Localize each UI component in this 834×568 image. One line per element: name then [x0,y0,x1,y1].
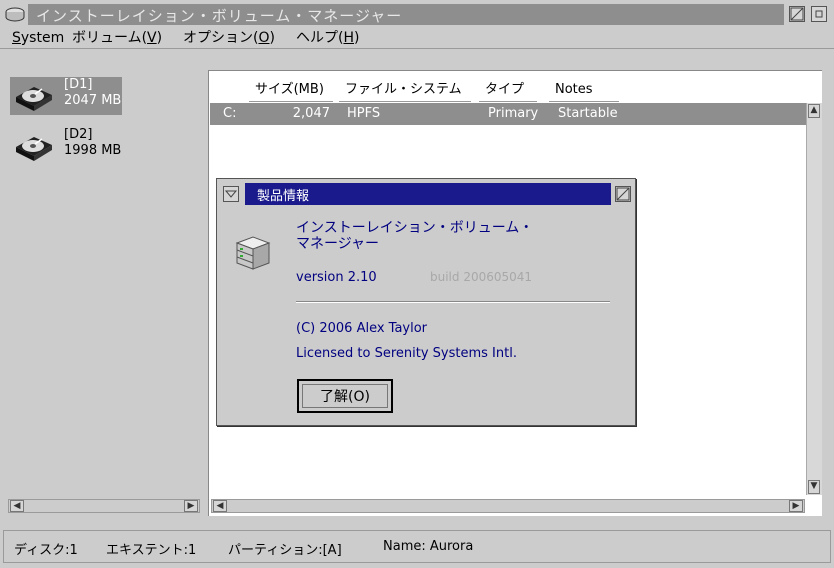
server-icon [235,236,271,270]
close-icon [616,187,630,201]
status-partition: パーティション:[A] [228,543,342,558]
cell-size: 2,047 [292,106,330,121]
minimize-icon [790,7,804,21]
dialog-divider [296,301,610,303]
ok-button[interactable]: 了解(O) [297,379,393,413]
status-name: Name: Aurora [383,539,474,554]
disk-name: [D2] [64,127,93,142]
status-disk: ディスク:1 [14,543,78,558]
scroll-left-arrow-icon[interactable]: ◀ [213,500,227,512]
disk-item-d2[interactable]: [D2] 1998 MB [10,127,122,165]
column-type[interactable]: タイプ [479,78,537,102]
maximize-button[interactable] [811,6,827,22]
partition-vscrollbar[interactable]: ▲ ▼ [806,103,822,495]
copyright-text: (C) 2006 Alex Taylor [296,321,428,336]
dialog-close-button[interactable] [615,186,631,202]
dialog-titlebar[interactable]: 製品情報 [221,183,633,205]
cell-filesystem: HPFS [347,106,381,121]
scroll-left-arrow-icon[interactable]: ◀ [10,500,24,512]
window-title: インストーレイション・ボリューム・マネージャー [36,7,403,25]
maximize-icon [815,10,823,18]
hard-disk-icon [16,137,52,161]
disk-size: 2047 MB [64,93,122,108]
disk-size: 1998 MB [64,143,122,158]
scroll-right-arrow-icon[interactable]: ▶ [184,500,198,512]
disk-list-panel: [D1] 2047 MB [D2] 1998 MB [5,66,204,514]
dialog-title: 製品情報 [257,189,310,204]
window-titlebar[interactable]: インストーレイション・ボリューム・マネージャー [0,0,834,28]
column-size[interactable]: サイズ(MB) [249,78,333,102]
menu-help[interactable]: ヘルプ(H) [294,28,361,48]
minimize-button[interactable] [789,6,805,22]
cell-notes: Startable [558,106,618,121]
partition-row[interactable]: C: 2,047 HPFS Primary Startable [210,103,808,125]
version-text: version 2.10 [296,270,377,285]
status-bar: ディスク:1 エキステント:1 パーティション:[A] Name: Aurora [3,530,831,563]
about-dialog: 製品情報 インストーレイション・ボリューム・ マネージャー version 2.… [216,178,636,426]
license-text: Licensed to Serenity Systems Intl. [296,346,517,361]
app-drive-icon[interactable] [4,5,26,23]
chevron-down-icon [224,190,238,198]
column-filesystem[interactable]: ファイル・システム [339,78,471,102]
menu-system[interactable]: System [10,28,66,48]
cell-type: Primary [488,106,539,121]
menu-volume[interactable]: ボリューム(V) [70,28,164,48]
scroll-up-arrow-icon[interactable]: ▲ [808,104,820,118]
menu-options[interactable]: オプション(O) [181,28,277,48]
status-extent: エキステント:1 [106,543,197,558]
partition-hscrollbar[interactable]: ◀ ▶ [211,499,805,513]
disk-name: [D1] [64,77,93,92]
build-text: build 200605041 [430,270,533,284]
cell-drive: C: [223,106,237,121]
partition-column-header: サイズ(MB) ファイル・システム タイプ Notes [209,78,809,102]
disk-item-d1[interactable]: [D1] 2047 MB [10,77,122,115]
scroll-down-arrow-icon[interactable]: ▼ [808,480,820,494]
menu-bar: System ボリューム(V) オプション(O) ヘルプ(H) [0,28,834,49]
dialog-menu-button[interactable] [223,186,239,202]
hard-disk-icon [16,87,52,111]
column-notes[interactable]: Notes [549,78,619,102]
product-name-line2: マネージャー [296,236,380,252]
disk-list-hscrollbar[interactable]: ◀ ▶ [8,499,200,513]
scroll-right-arrow-icon[interactable]: ▶ [789,500,803,512]
ok-button-label: 了解(O) [302,384,388,408]
